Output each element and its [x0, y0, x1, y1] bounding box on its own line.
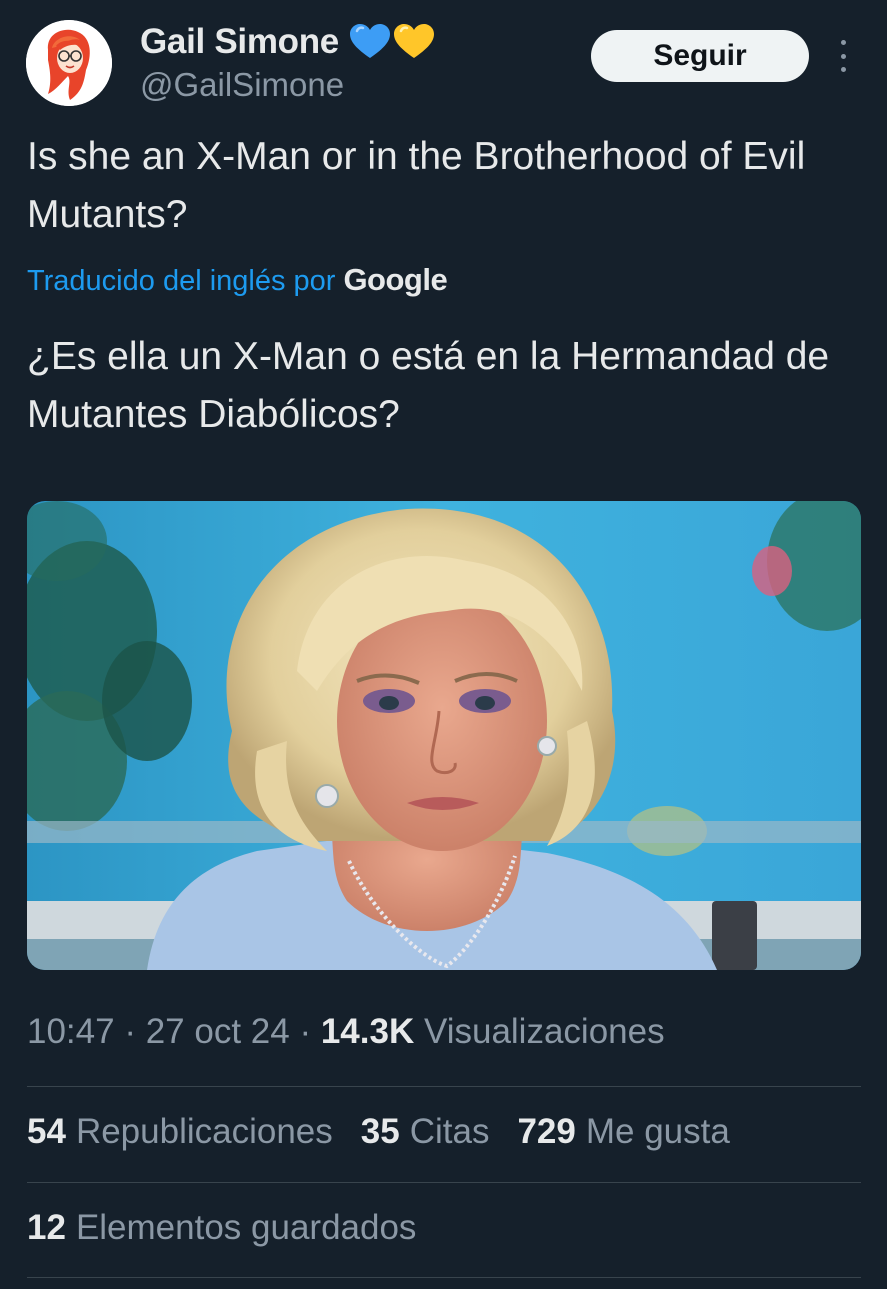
meta-separator: · [299, 1012, 312, 1051]
photo-woman-tv-set [27, 501, 861, 970]
author-avatar[interactable] [26, 20, 112, 106]
quotes-count: 35 [360, 1112, 400, 1151]
follow-button[interactable]: Seguir [591, 30, 809, 82]
more-dot [840, 40, 846, 45]
bookmarks-stat[interactable]: 12 Elementos guardados [27, 1208, 416, 1248]
translated-tweet-text: ¿Es ella un X-Man o está en la Hermandad… [27, 335, 830, 436]
likes-label: Me gusta [585, 1112, 730, 1151]
reposts-label: Republicaciones [75, 1112, 333, 1151]
bookmarks-count: 12 [27, 1208, 66, 1247]
google-logo: Google [343, 262, 448, 297]
engagement-stats: 54 Republicaciones 35 Citas 729 Me gusta [27, 1112, 758, 1152]
tweet-detail-page: Gail Simone @GailSimone Seguir Is she an… [0, 0, 887, 1289]
translation-attribution: Traducido del inglés por Google [27, 262, 448, 298]
views-count: 14.3K [320, 1012, 415, 1051]
divider [27, 1182, 861, 1183]
tweet-text: Is she an X-Man or in the Brotherhood of… [27, 135, 806, 236]
tweet-media-photo[interactable] [27, 501, 861, 970]
blue-heart-icon [349, 24, 390, 58]
likes-stat[interactable]: 729 Me gusta [517, 1112, 729, 1152]
bookmarks-stat-row: 12 Elementos guardados [27, 1208, 444, 1248]
reposts-stat[interactable]: 54 Republicaciones [27, 1112, 333, 1152]
divider [27, 1086, 861, 1087]
views-label: Visualizaciones [423, 1012, 665, 1051]
bookmarks-label: Elementos guardados [75, 1208, 417, 1247]
yellow-heart-icon [393, 24, 434, 58]
meta-separator: · [124, 1012, 136, 1051]
emoji-badges [349, 22, 435, 62]
reposts-count: 54 [27, 1112, 66, 1151]
divider [27, 1277, 861, 1278]
avatar-illustration [26, 20, 112, 106]
tweet-date[interactable]: 27 oct 24 [146, 1012, 290, 1051]
tweet-time[interactable]: 10:47 [27, 1012, 115, 1051]
tweet-meta: 10:47 · 27 oct 24 · 14.3K Visualizacione… [27, 1012, 665, 1052]
author-name[interactable]: Gail Simone [140, 22, 339, 62]
author-handle[interactable]: @GailSimone [140, 66, 344, 104]
likes-count: 729 [517, 1112, 576, 1151]
translation-link[interactable]: Traducido del inglés por [27, 265, 335, 298]
quotes-label: Citas [409, 1112, 490, 1151]
author-name-row: Gail Simone [140, 20, 435, 64]
more-options-icon[interactable] [828, 38, 858, 74]
more-dot [840, 53, 846, 59]
quotes-stat[interactable]: 35 Citas [361, 1112, 490, 1152]
more-dot [840, 67, 846, 72]
